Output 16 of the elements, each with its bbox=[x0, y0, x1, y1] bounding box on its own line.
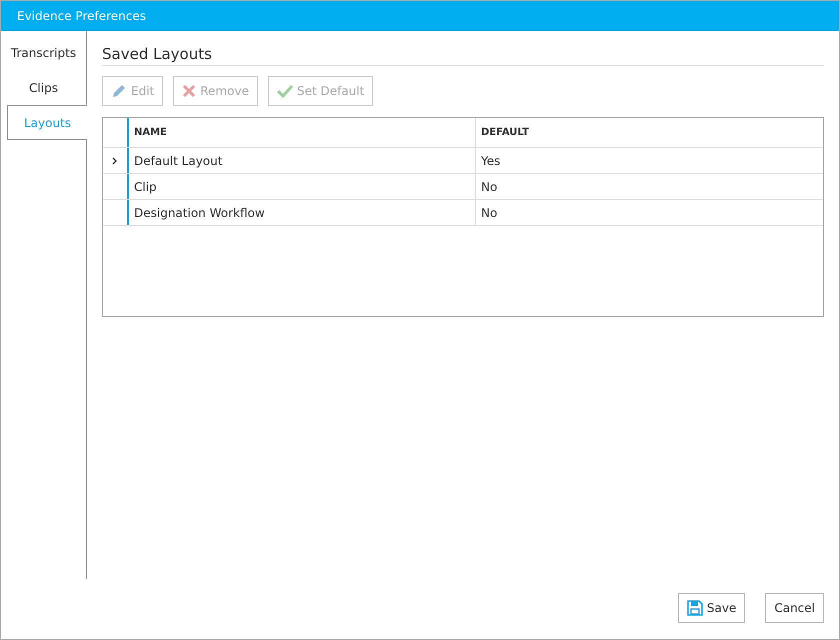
save-button[interactable]: Save bbox=[678, 593, 746, 623]
table-cell: Designation Workflow bbox=[129, 200, 476, 225]
pencil-icon bbox=[111, 83, 127, 99]
table-cell: Default Layout bbox=[129, 148, 476, 173]
section-title: Saved Layouts bbox=[102, 45, 824, 66]
table-cell: Clip bbox=[129, 174, 476, 199]
table-cell-text: Yes bbox=[480, 152, 502, 170]
table-cell-text: No bbox=[480, 204, 498, 222]
table-cell-text: No bbox=[480, 178, 498, 196]
checkmark-icon bbox=[276, 84, 293, 98]
save-icon bbox=[686, 600, 703, 616]
column-header: NAME bbox=[129, 118, 476, 147]
cancel-button[interactable]: Cancel bbox=[765, 593, 824, 623]
cross-icon bbox=[182, 84, 196, 98]
column-header: DEFAULT bbox=[480, 126, 530, 140]
window-title: Evidence Preferences bbox=[1, 1, 839, 31]
